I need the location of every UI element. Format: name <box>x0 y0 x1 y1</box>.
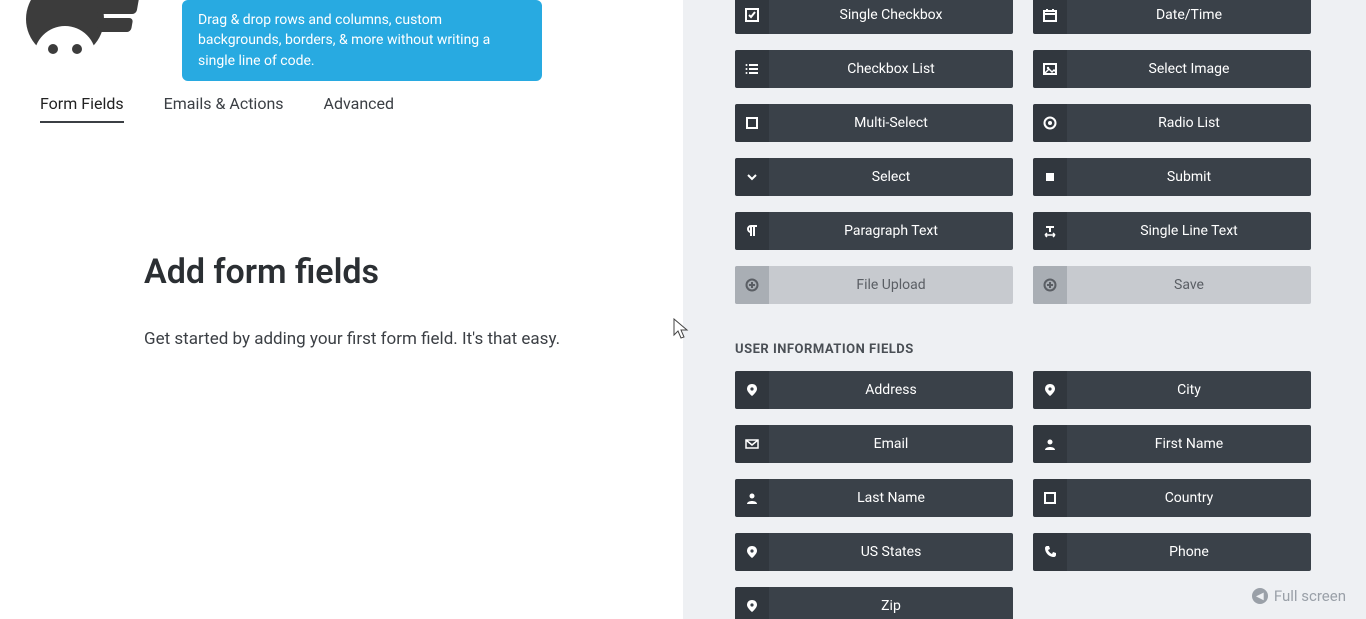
field-label: File Upload <box>769 277 1013 293</box>
builder-tabs: Form Fields Emails & Actions Advanced <box>40 94 394 123</box>
field-label: Checkbox List <box>769 61 1013 77</box>
field-label: Phone <box>1067 544 1311 560</box>
field-first-name[interactable]: First Name <box>1033 425 1311 463</box>
field-select-image[interactable]: Select Image <box>1033 50 1311 88</box>
tab-emails-actions[interactable]: Emails & Actions <box>164 94 284 123</box>
user-fields-grid: Address City Email First Name Last Name Count… <box>735 371 1315 619</box>
map-marker-icon <box>735 371 769 409</box>
field-label: Select Image <box>1067 61 1311 77</box>
tab-advanced[interactable]: Advanced <box>324 94 395 123</box>
user-icon <box>1033 425 1067 463</box>
field-us-states[interactable]: US States <box>735 533 1013 571</box>
field-label: Email <box>769 436 1013 452</box>
image-icon <box>1033 50 1067 88</box>
field-paragraph-text[interactable]: Paragraph Text <box>735 212 1013 250</box>
field-address[interactable]: Address <box>735 371 1013 409</box>
field-single-checkbox[interactable]: Single Checkbox <box>735 0 1013 34</box>
text-width-icon <box>1033 212 1067 250</box>
field-label: Paragraph Text <box>769 223 1013 239</box>
field-label: Zip <box>769 598 1013 614</box>
field-file-upload: File Upload <box>735 266 1013 304</box>
chevron-down-icon <box>735 158 769 196</box>
field-zip[interactable]: Zip <box>735 587 1013 619</box>
field-multi-select[interactable]: Multi-Select <box>735 104 1013 142</box>
square-filled-icon <box>1033 158 1067 196</box>
form-builder-panel: Drag & drop rows and columns, custom bac… <box>0 0 683 619</box>
field-label: Single Checkbox <box>769 7 1013 23</box>
promo-tooltip: Drag & drop rows and columns, custom bac… <box>182 0 542 81</box>
field-label: Single Line Text <box>1067 223 1311 239</box>
field-select[interactable]: Select <box>735 158 1013 196</box>
envelope-icon <box>735 425 769 463</box>
calendar-icon <box>1033 0 1067 34</box>
field-label: Address <box>769 382 1013 398</box>
field-label: Radio List <box>1067 115 1311 131</box>
field-label: Select <box>769 169 1013 185</box>
fullscreen-label: Full screen <box>1274 587 1346 605</box>
empty-state-heading: Add form fields <box>144 252 560 292</box>
map-marker-icon <box>735 533 769 571</box>
chevron-left-icon: ◀ <box>1252 588 1268 604</box>
dot-circle-icon <box>1033 104 1067 142</box>
field-save: Save <box>1033 266 1311 304</box>
field-label: Country <box>1067 490 1311 506</box>
field-email[interactable]: Email <box>735 425 1013 463</box>
user-info-heading: USER INFORMATION FIELDS <box>735 342 1366 357</box>
field-submit[interactable]: Submit <box>1033 158 1311 196</box>
map-marker-icon <box>735 587 769 619</box>
square-icon <box>1033 479 1067 517</box>
plus-circle-icon <box>735 266 769 304</box>
field-phone[interactable]: Phone <box>1033 533 1311 571</box>
square-icon <box>735 104 769 142</box>
tab-form-fields[interactable]: Form Fields <box>40 94 124 123</box>
field-checkbox-list[interactable]: Checkbox List <box>735 50 1013 88</box>
field-label: Last Name <box>769 490 1013 506</box>
field-label: US States <box>769 544 1013 560</box>
field-single-line-text[interactable]: Single Line Text <box>1033 212 1311 250</box>
field-radio-list[interactable]: Radio List <box>1033 104 1311 142</box>
empty-state-body: Get started by adding your first form fi… <box>144 326 560 353</box>
paragraph-icon <box>735 212 769 250</box>
common-fields-grid: Single Checkbox Date/Time Checkbox List Sel… <box>735 0 1315 304</box>
field-label: Date/Time <box>1067 7 1311 23</box>
fullscreen-toggle[interactable]: ◀ Full screen <box>1252 587 1346 605</box>
field-country[interactable]: Country <box>1033 479 1311 517</box>
field-label: City <box>1067 382 1311 398</box>
field-label: Submit <box>1067 169 1311 185</box>
field-date-time[interactable]: Date/Time <box>1033 0 1311 34</box>
list-icon <box>735 50 769 88</box>
field-palette-panel: Single Checkbox Date/Time Checkbox List Sel… <box>683 0 1366 619</box>
user-icon <box>735 479 769 517</box>
field-label: Multi-Select <box>769 115 1013 131</box>
field-last-name[interactable]: Last Name <box>735 479 1013 517</box>
empty-state: Add form fields Get started by adding yo… <box>144 252 560 353</box>
phone-icon <box>1033 533 1067 571</box>
field-label: Save <box>1067 277 1311 293</box>
field-city[interactable]: City <box>1033 371 1311 409</box>
map-marker-icon <box>1033 371 1067 409</box>
check-square-icon <box>735 0 769 34</box>
plus-circle-icon <box>1033 266 1067 304</box>
field-label: First Name <box>1067 436 1311 452</box>
app-logo <box>16 0 136 70</box>
